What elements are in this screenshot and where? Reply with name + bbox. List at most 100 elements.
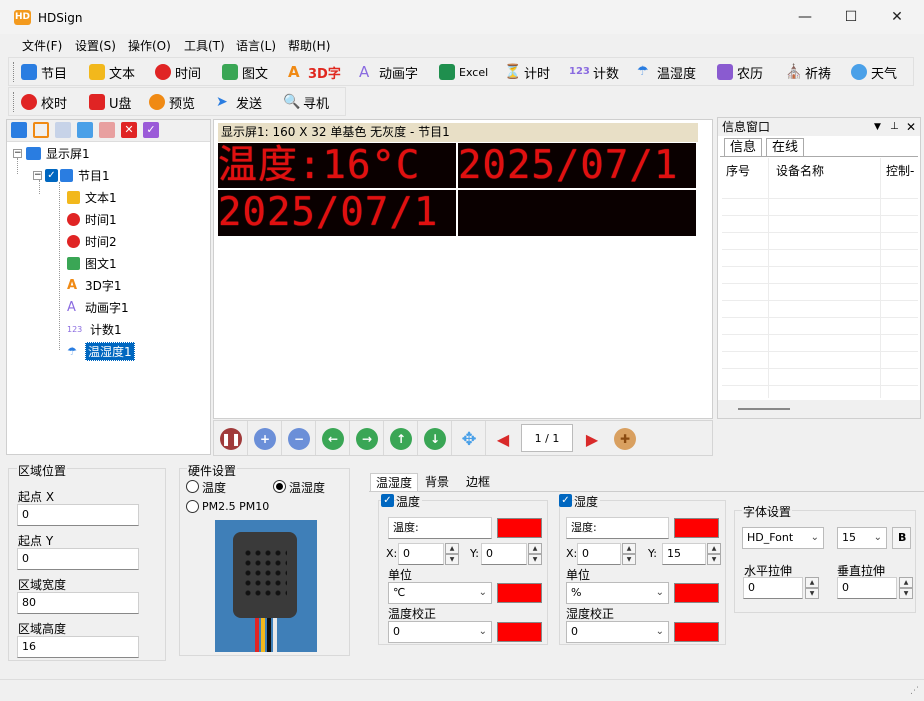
sensor-temp-radio[interactable] bbox=[186, 480, 199, 493]
text-button[interactable]: 文本 bbox=[89, 58, 135, 86]
table-row[interactable] bbox=[722, 369, 918, 386]
resize-grip-icon[interactable]: ⋰ bbox=[910, 686, 919, 696]
led-region-time2[interactable]: 2025/07/1 bbox=[218, 190, 456, 236]
preview-button[interactable]: 预览 bbox=[149, 88, 195, 116]
temp-calibration-select[interactable]: 0 ⌄ bbox=[388, 621, 492, 643]
hum-calibration-select[interactable]: 0 ⌄ bbox=[566, 621, 669, 643]
table-row[interactable] bbox=[722, 284, 918, 301]
menu-tools[interactable]: 工具(T) bbox=[184, 37, 225, 54]
move-left-button[interactable]: ← bbox=[322, 428, 344, 450]
tree-item-temphum1[interactable]: ☂ 温湿度1 bbox=[67, 341, 135, 361]
tree-program-node[interactable]: − ✓ 节目1 bbox=[33, 166, 110, 184]
check-all-icon[interactable]: ✓ bbox=[143, 122, 159, 138]
hum-y-input[interactable]: 15 bbox=[662, 543, 706, 565]
hum-value-color[interactable] bbox=[674, 622, 719, 642]
prev-page-button[interactable]: ◀ bbox=[492, 428, 514, 450]
sensor-temphum-radio[interactable] bbox=[273, 480, 286, 493]
bold-button[interactable]: B bbox=[892, 527, 911, 549]
tree-item-image1[interactable]: 图文1 bbox=[67, 254, 117, 272]
start-x-input[interactable]: 0 bbox=[17, 504, 139, 526]
move-up-icon[interactable] bbox=[77, 122, 93, 138]
lunar-button[interactable]: 农历 bbox=[717, 58, 763, 86]
table-row[interactable] bbox=[722, 335, 918, 352]
region-height-input[interactable]: 16 bbox=[17, 636, 139, 658]
temp-unit-color[interactable] bbox=[497, 583, 542, 603]
scrollbar-thumb[interactable] bbox=[738, 408, 790, 410]
find-device-button[interactable]: 🔍 寻机 bbox=[283, 88, 329, 116]
weather-button[interactable]: 天气 bbox=[851, 58, 897, 86]
hum-y-stepper[interactable]: ▲ ▼ bbox=[707, 543, 721, 565]
settings-wheel-button[interactable]: ✚ bbox=[614, 428, 636, 450]
collapse-icon[interactable]: − bbox=[33, 170, 42, 180]
humidity-checkbox[interactable]: ✓ bbox=[559, 494, 572, 507]
close-button[interactable]: ✕ bbox=[874, 0, 920, 34]
tree-screen-node[interactable]: − 显示屏1 bbox=[13, 144, 90, 162]
table-row[interactable] bbox=[722, 233, 918, 250]
pause-button[interactable]: ❚❚ bbox=[220, 428, 242, 450]
close-icon[interactable]: ✕ bbox=[906, 118, 916, 136]
temp-value-color[interactable] bbox=[497, 622, 542, 642]
minimize-button[interactable]: — bbox=[782, 0, 828, 34]
table-row[interactable] bbox=[722, 199, 918, 216]
new-screen-icon[interactable] bbox=[11, 122, 27, 138]
delete-icon[interactable]: ✕ bbox=[121, 122, 137, 138]
hum-x-input[interactable]: 0 bbox=[577, 543, 621, 565]
temp-y-stepper[interactable]: ▲ ▼ bbox=[528, 543, 542, 565]
humidity-prefix-input[interactable]: 湿度: bbox=[566, 517, 669, 539]
tree-item-3d1[interactable]: A 3D字1 bbox=[67, 276, 122, 294]
horizontal-stretch-stepper[interactable]: ▲ ▼ bbox=[805, 577, 819, 599]
temp-unit-select[interactable]: ℃ ⌄ bbox=[388, 582, 492, 604]
led-region-time1[interactable]: 2025/07/1 bbox=[458, 143, 696, 188]
table-row[interactable] bbox=[722, 352, 918, 369]
usb-button[interactable]: U盘 bbox=[89, 88, 132, 116]
tab-background[interactable]: 背景 bbox=[420, 473, 454, 491]
temp-x-input[interactable]: 0 bbox=[398, 543, 444, 565]
move-down-icon[interactable] bbox=[99, 122, 115, 138]
humidity-text-color[interactable] bbox=[674, 518, 719, 538]
move-up-button[interactable]: ↑ bbox=[390, 428, 412, 450]
prayer-button[interactable]: ⛪ 祈祷 bbox=[785, 58, 831, 86]
led-region-temperature[interactable]: 温度:16°C bbox=[218, 143, 456, 188]
led-region-empty[interactable] bbox=[458, 190, 696, 236]
counter-button[interactable]: 123 计数 bbox=[569, 58, 619, 86]
column-header-control[interactable]: 控制- bbox=[886, 162, 914, 179]
paste-icon[interactable] bbox=[55, 122, 71, 138]
horizontal-scrollbar[interactable] bbox=[718, 400, 920, 418]
temperature-prefix-input[interactable]: 温度: bbox=[388, 517, 492, 539]
3d-text-button[interactable]: A 3D字 bbox=[288, 58, 341, 86]
menu-operation[interactable]: 操作(O) bbox=[128, 37, 171, 54]
table-row[interactable] bbox=[722, 182, 918, 199]
tab-info[interactable]: 信息 bbox=[724, 138, 763, 156]
copy-icon[interactable] bbox=[33, 122, 49, 138]
toolbar-grip[interactable] bbox=[13, 62, 16, 82]
table-row[interactable] bbox=[722, 318, 918, 335]
next-page-button[interactable]: ▶ bbox=[581, 428, 603, 450]
temperature-text-color[interactable] bbox=[497, 518, 542, 538]
column-header-device-name[interactable]: 设备名称 bbox=[776, 162, 824, 179]
tree-item-time1[interactable]: 时间1 bbox=[67, 210, 117, 228]
temp-humidity-button[interactable]: ☂ 温湿度 bbox=[637, 58, 696, 86]
tree-item-counter1[interactable]: 123 计数1 bbox=[67, 320, 122, 338]
toolbar-grip[interactable] bbox=[13, 92, 16, 112]
hum-unit-select[interactable]: % ⌄ bbox=[566, 582, 669, 604]
image-text-button[interactable]: 图文 bbox=[222, 58, 268, 86]
move-all-button[interactable]: ✥ bbox=[458, 428, 480, 450]
zoom-out-button[interactable]: − bbox=[288, 428, 310, 450]
table-row[interactable] bbox=[722, 301, 918, 318]
temp-y-input[interactable]: 0 bbox=[481, 543, 527, 565]
tab-border[interactable]: 边框 bbox=[461, 473, 495, 491]
font-name-select[interactable]: HD_Font ⌄ bbox=[742, 527, 824, 549]
collapse-icon[interactable]: − bbox=[13, 148, 22, 158]
move-down-button[interactable]: ↓ bbox=[424, 428, 446, 450]
table-row[interactable] bbox=[722, 216, 918, 233]
time-sync-button[interactable]: 校时 bbox=[21, 88, 67, 116]
start-y-input[interactable]: 0 bbox=[17, 548, 139, 570]
menu-file[interactable]: 文件(F) bbox=[22, 37, 62, 54]
menu-help[interactable]: 帮助(H) bbox=[288, 37, 330, 54]
program-checkbox[interactable]: ✓ bbox=[45, 168, 58, 182]
animated-text-button[interactable]: A 动画字 bbox=[359, 58, 418, 86]
region-width-input[interactable]: 80 bbox=[17, 592, 139, 614]
send-button[interactable]: ➤ 发送 bbox=[216, 88, 262, 116]
hum-x-stepper[interactable]: ▲ ▼ bbox=[622, 543, 636, 565]
font-size-select[interactable]: 15 ⌄ bbox=[837, 527, 887, 549]
